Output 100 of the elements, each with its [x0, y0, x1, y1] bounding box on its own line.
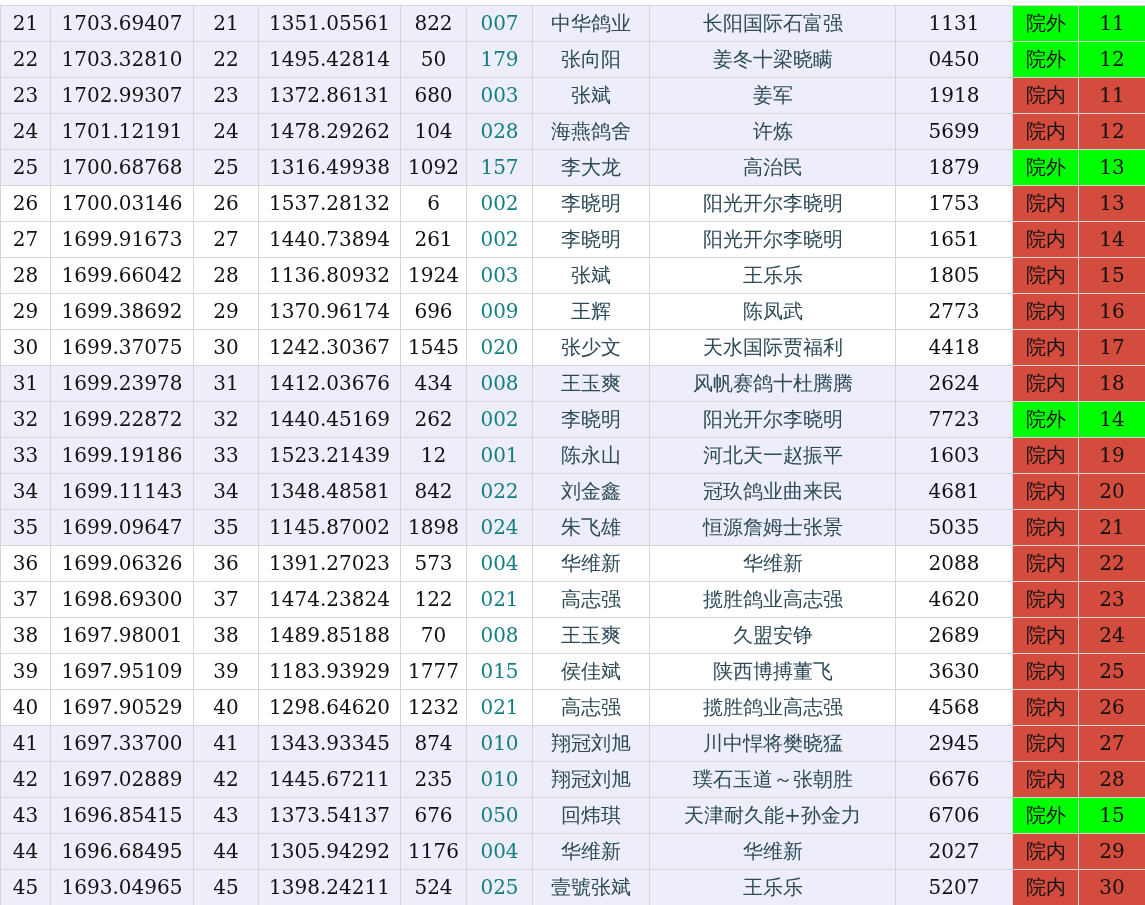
- table-cell: 38: [193, 617, 259, 654]
- table-cell: 34: [0, 473, 51, 510]
- table-cell: 25: [0, 149, 51, 186]
- table-cell: 15: [1078, 797, 1145, 834]
- table-cell: 21: [0, 5, 51, 42]
- table-cell: 李晓明: [532, 221, 650, 258]
- table-cell: 2088: [895, 545, 1013, 582]
- status-cell: 院外: [1012, 797, 1079, 834]
- table-cell: 1176: [400, 833, 467, 870]
- table-cell: 25: [1078, 653, 1145, 690]
- table-cell: 1699.19186: [50, 437, 194, 474]
- table-cell: 23: [1078, 581, 1145, 618]
- table-cell: 刘金鑫: [532, 473, 650, 510]
- table-cell: 004: [466, 545, 533, 582]
- table-cell: 22: [1078, 545, 1145, 582]
- table-cell: 14: [1078, 221, 1145, 258]
- table-cell: 13: [1078, 185, 1145, 222]
- table-cell: 1696.85415: [50, 797, 194, 834]
- table-cell: 李晓明: [532, 185, 650, 222]
- table-cell: 李大龙: [532, 149, 650, 186]
- table-cell: 23: [0, 77, 51, 114]
- table-cell: 24: [0, 113, 51, 150]
- status-cell: 院内: [1012, 581, 1079, 618]
- table-cell: 025: [466, 869, 533, 905]
- table-cell: 021: [466, 581, 533, 618]
- table-cell: 王玉爽: [532, 365, 650, 402]
- table-cell: 39: [0, 653, 51, 690]
- table-cell: 16: [1078, 293, 1145, 330]
- status-cell: 院内: [1012, 545, 1079, 582]
- table-cell: 22: [193, 41, 259, 78]
- table-cell: 37: [193, 581, 259, 618]
- table-cell: 1699.09647: [50, 509, 194, 546]
- table-cell: 004: [466, 833, 533, 870]
- status-cell: 院内: [1012, 329, 1079, 366]
- table-cell: 5207: [895, 869, 1013, 905]
- table-cell: 003: [466, 257, 533, 294]
- status-cell: 院内: [1012, 653, 1079, 690]
- table-cell: 1702.99307: [50, 77, 194, 114]
- table-cell: 24: [1078, 617, 1145, 654]
- table-cell: 7723: [895, 401, 1013, 438]
- table-cell: 2689: [895, 617, 1013, 654]
- table-cell: 4568: [895, 689, 1013, 726]
- table-cell: 2773: [895, 293, 1013, 330]
- table-cell: 32: [193, 401, 259, 438]
- table-cell: 1489.85188: [258, 617, 401, 654]
- table-cell: 003: [466, 77, 533, 114]
- table-cell: 434: [400, 365, 467, 402]
- table-cell: 1478.29262: [258, 113, 401, 150]
- table-cell: 28: [0, 257, 51, 294]
- table-cell: 1398.24211: [258, 869, 401, 905]
- table-cell: 680: [400, 77, 467, 114]
- table-cell: 19: [1078, 437, 1145, 474]
- status-cell: 院内: [1012, 473, 1079, 510]
- table-cell: 壹號张斌: [532, 869, 650, 905]
- table-cell: 11: [1078, 77, 1145, 114]
- status-cell: 院外: [1012, 149, 1079, 186]
- table-cell: 31: [0, 365, 51, 402]
- table-cell: 26: [193, 185, 259, 222]
- table-cell: 23: [193, 77, 259, 114]
- table-cell: 21: [1078, 509, 1145, 546]
- table-cell: 43: [193, 797, 259, 834]
- status-cell: 院内: [1012, 833, 1079, 870]
- table-cell: 华维新: [649, 833, 896, 870]
- table-cell: 4418: [895, 329, 1013, 366]
- table-cell: 37: [0, 581, 51, 618]
- table-cell: 王乐乐: [649, 257, 896, 294]
- table-cell: 1305.94292: [258, 833, 401, 870]
- status-cell: 院外: [1012, 401, 1079, 438]
- table-cell: 874: [400, 725, 467, 762]
- table-cell: 张向阳: [532, 41, 650, 78]
- table-cell: 008: [466, 365, 533, 402]
- table-cell: 25: [193, 149, 259, 186]
- table-cell: 024: [466, 509, 533, 546]
- table-cell: 1348.48581: [258, 473, 401, 510]
- table-cell: 陕西博搏董飞: [649, 653, 896, 690]
- table-cell: 长阳国际石富强: [649, 5, 896, 42]
- table-cell: 1316.49938: [258, 149, 401, 186]
- table-cell: 4681: [895, 473, 1013, 510]
- table-cell: 33: [0, 437, 51, 474]
- table-cell: 6: [400, 185, 467, 222]
- table-cell: 许炼: [649, 113, 896, 150]
- table-cell: 1696.68495: [50, 833, 194, 870]
- table-cell: 36: [0, 545, 51, 582]
- table-cell: 1242.30367: [258, 329, 401, 366]
- table-cell: 久盟安铮: [649, 617, 896, 654]
- table-cell: 40: [0, 689, 51, 726]
- table-cell: 30: [193, 329, 259, 366]
- table-cell: 川中悍将樊晓猛: [649, 725, 896, 762]
- status-cell: 院外: [1012, 5, 1079, 42]
- table-cell: 2945: [895, 725, 1013, 762]
- table-cell: 1183.93929: [258, 653, 401, 690]
- table-cell: 4620: [895, 581, 1013, 618]
- table-cell: 1700.03146: [50, 185, 194, 222]
- table-cell: 17: [1078, 329, 1145, 366]
- table-cell: 1697.02889: [50, 761, 194, 798]
- table-cell: 261: [400, 221, 467, 258]
- table-cell: 28: [193, 257, 259, 294]
- table-cell: 42: [193, 761, 259, 798]
- status-cell: 院内: [1012, 617, 1079, 654]
- table-cell: 29: [1078, 833, 1145, 870]
